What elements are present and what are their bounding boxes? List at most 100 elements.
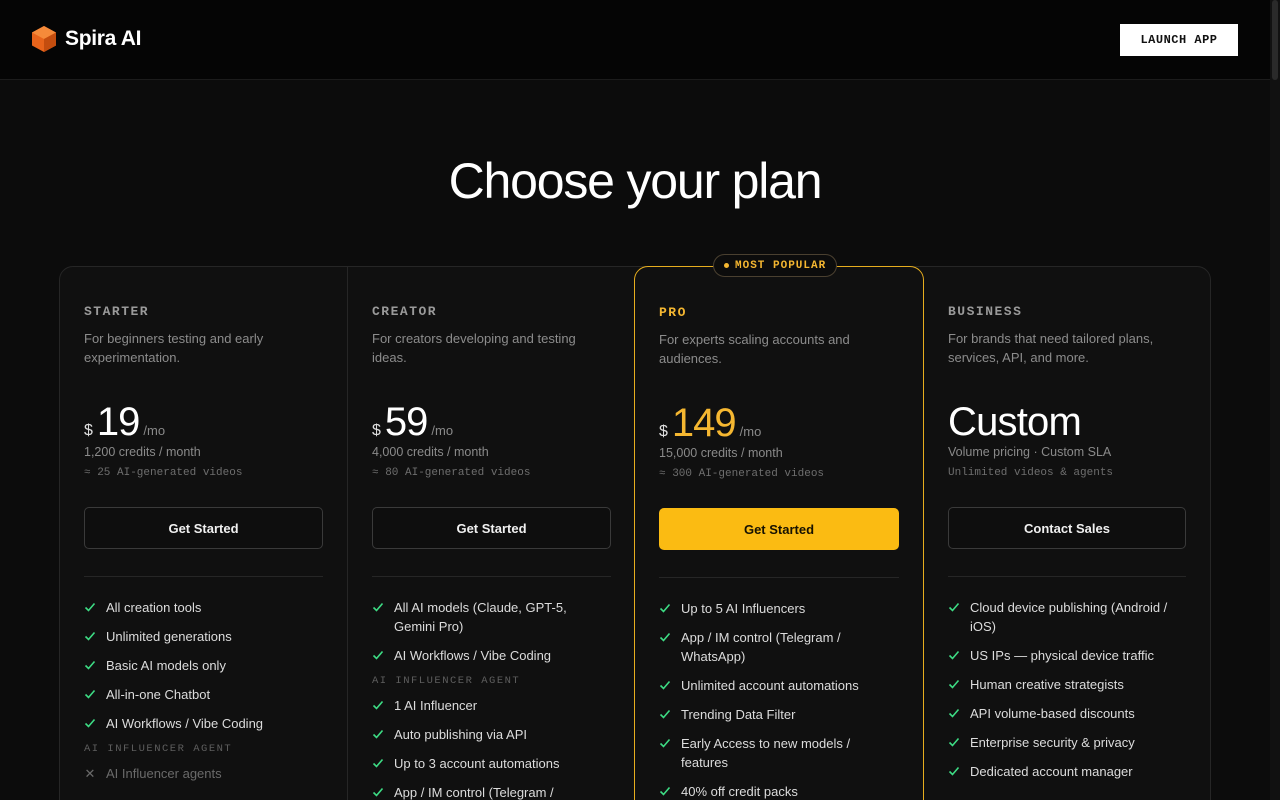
get-started-button-creator[interactable]: Get Started	[372, 507, 611, 549]
list-item: Up to 5 AI Influencers	[659, 599, 899, 618]
list-item: Human creative strategists	[948, 675, 1186, 694]
list-item: App / IM control (Telegram / WhatsApp)	[659, 628, 899, 666]
feature-text: Human creative strategists	[970, 677, 1124, 692]
plan-videos: ≈ 25 AI-generated videos	[84, 467, 243, 479]
feature-text: All-in-one Chatbot	[106, 687, 211, 702]
get-started-button-starter[interactable]: Get Started	[84, 507, 323, 549]
list-item: ✕ AI Influencer agents	[84, 764, 323, 783]
list-item: 1 AI Influencer	[372, 696, 611, 715]
plan-credits: Volume pricing · Custom SLA	[948, 445, 1112, 459]
feature-text: Basic AI models only	[106, 658, 226, 673]
get-started-button-pro[interactable]: Get Started	[659, 508, 899, 550]
feature-list: Up to 5 AI Influencers App / IM control …	[659, 599, 899, 800]
check-icon	[84, 689, 96, 699]
plan-credits: 15,000 credits / month	[659, 446, 783, 460]
list-item: Dedicated account manager	[948, 762, 1186, 781]
feature-text: US IPs — physical device traffic	[970, 648, 1154, 663]
plan-price: Custom	[948, 400, 1082, 444]
feature-text: Trending Data Filter	[681, 707, 796, 722]
feature-text: Unlimited generations	[106, 629, 232, 644]
plan-description: For brands that need tailored plans, ser…	[948, 331, 1154, 365]
list-item: Enterprise security & privacy	[948, 733, 1186, 752]
feature-text: 40% off credit packs	[681, 784, 798, 799]
price-currency: $	[659, 423, 668, 440]
check-icon	[659, 738, 671, 748]
price-currency: $	[84, 422, 93, 439]
check-icon	[659, 603, 671, 613]
check-icon	[948, 708, 960, 718]
divider	[659, 577, 899, 578]
feature-text: App / IM control (Telegram / WhatsApp)	[394, 785, 554, 800]
check-icon	[372, 700, 384, 710]
list-item: API volume-based discounts	[948, 704, 1186, 723]
list-item: Trending Data Filter	[659, 705, 899, 724]
plan-price: $ 19 /mo	[84, 400, 165, 444]
brand-logo[interactable]: Spira AI	[31, 25, 141, 53]
feature-text: Enterprise security & privacy	[970, 735, 1135, 750]
plan-description: For creators developing and testing idea…	[372, 331, 576, 365]
price-period: /mo	[739, 424, 762, 439]
feature-text: Dedicated account manager	[970, 764, 1133, 779]
price-custom: Custom	[948, 400, 1082, 444]
feature-list: Cloud device publishing (Android / iOS) …	[948, 598, 1186, 791]
list-item: US IPs — physical device traffic	[948, 646, 1186, 665]
feature-text: AI Workflows / Vibe Coding	[106, 716, 264, 731]
divider	[948, 576, 1186, 577]
scrollbar-thumb[interactable]	[1272, 0, 1278, 80]
feature-text: Auto publishing via API	[394, 727, 527, 742]
check-icon	[659, 680, 671, 690]
check-icon	[659, 786, 671, 796]
check-icon	[84, 660, 96, 670]
scrollbar-track[interactable]	[1270, 0, 1280, 800]
check-icon	[948, 679, 960, 689]
feature-text: App / IM control (Telegram / WhatsApp)	[681, 630, 841, 664]
list-item: All creation tools	[84, 598, 323, 617]
price-amount: 19	[96, 400, 140, 444]
top-bar: Spira AI LAUNCH APP	[0, 0, 1270, 80]
check-icon	[948, 602, 960, 612]
plan-tier: PRO	[659, 305, 687, 320]
check-icon	[372, 729, 384, 739]
plan-videos: ≈ 300 AI-generated videos	[659, 468, 825, 480]
plan-card-starter: STARTER For beginners testing and early …	[60, 266, 347, 800]
price-amount: 59	[384, 400, 428, 444]
page-title: Choose your plan	[448, 153, 823, 209]
hexagon-logo-icon	[32, 26, 56, 52]
check-icon	[372, 787, 384, 797]
check-icon	[372, 602, 384, 612]
divider	[372, 576, 611, 577]
plan-tier: STARTER	[84, 304, 150, 319]
badge-dot-icon	[724, 263, 729, 268]
plan-description: For experts scaling accounts and audienc…	[659, 332, 850, 366]
section-label: AI INFLUENCER AGENT	[84, 743, 233, 755]
divider	[84, 576, 323, 577]
feature-text: All creation tools	[106, 600, 202, 615]
check-icon	[84, 718, 96, 728]
list-item: Basic AI models only	[84, 656, 323, 675]
check-icon	[659, 709, 671, 719]
list-item: AI Workflows / Vibe Coding	[372, 646, 611, 665]
price-period: /mo	[143, 423, 166, 438]
list-item: Auto publishing via API	[372, 725, 611, 744]
plan-videos: ≈ 80 AI-generated videos	[372, 467, 531, 479]
feature-text: Early Access to new models / features	[681, 736, 851, 770]
list-item: App / IM control (Telegram / WhatsApp)	[372, 783, 611, 800]
feature-text: Cloud device publishing (Android / iOS)	[970, 600, 1168, 634]
feature-text: AI Workflows / Vibe Coding	[394, 648, 552, 663]
feature-text: All AI models (Claude, GPT-5, Gemini Pro…	[394, 600, 567, 634]
check-icon	[948, 766, 960, 776]
list-item: AI Workflows / Vibe Coding	[84, 714, 323, 733]
list-item: 40% off credit packs	[659, 782, 899, 800]
price-period: /mo	[431, 423, 454, 438]
list-item: Cloud device publishing (Android / iOS)	[948, 598, 1186, 636]
list-item: Up to 3 account automations	[372, 754, 611, 773]
feature-list: All creation tools Unlimited generations…	[84, 598, 323, 793]
contact-sales-button[interactable]: Contact Sales	[948, 507, 1186, 549]
price-amount: 149	[671, 401, 737, 445]
plan-price: $ 149 /mo	[659, 401, 761, 445]
cross-icon: ✕	[84, 766, 96, 781]
list-item: All-in-one Chatbot	[84, 685, 323, 704]
launch-app-button[interactable]: LAUNCH APP	[1120, 24, 1238, 56]
list-item: Unlimited generations	[84, 627, 323, 646]
feature-text: API volume-based discounts	[970, 706, 1135, 721]
